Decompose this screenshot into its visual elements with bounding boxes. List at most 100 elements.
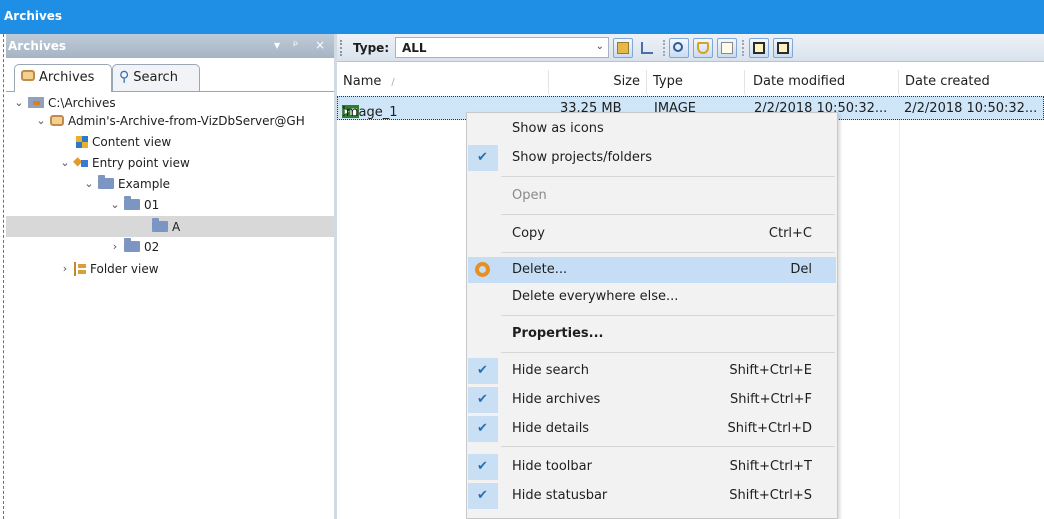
menu-item-hide-toolbar[interactable]: Hide toolbar Shift+Ctrl+T (468, 454, 836, 480)
folder-add-icon (617, 42, 629, 54)
delete-icon (475, 262, 490, 277)
tree-node-label: Example (118, 176, 171, 191)
content-view-icon (76, 135, 88, 148)
column-date-modified[interactable]: Date modified (745, 70, 899, 94)
archives-pane-title: Archives (8, 39, 67, 53)
chevron-down-icon[interactable]: ⌄ (36, 114, 46, 127)
toolbar: Type: ALL ⌄ (337, 34, 1044, 62)
column-name-label: Name (343, 74, 382, 89)
menu-separator (501, 176, 835, 177)
tree-node-label: A (172, 219, 181, 234)
dock-edge (3, 34, 4, 519)
folder-icon (124, 238, 140, 252)
magnifier-icon (673, 42, 683, 52)
chevron-down-icon[interactable]: ⌄ (60, 156, 70, 169)
column-date-created[interactable]: Date created (899, 70, 1044, 94)
archives-pane-header: Archives ▾ ᵖ × (6, 34, 334, 58)
row-name: Image_1 (342, 105, 398, 120)
menu-item-show-as-icons[interactable]: Show as icons (468, 116, 836, 142)
tree-node-label: 01 (144, 197, 160, 212)
menu-item-shortcut: Shift+Ctrl+T (729, 459, 812, 474)
column-header: Name ∕ Size Type Date modified Date creat… (337, 70, 1044, 94)
folder-icon (124, 196, 140, 210)
chevron-down-icon: ⌄ (595, 41, 604, 52)
tree-node-label: Content view (92, 134, 172, 149)
chevron-right-icon[interactable]: › (60, 262, 70, 275)
document-icon (721, 42, 733, 54)
pane-menu-icon[interactable]: ▾ (274, 38, 280, 52)
context-menu: Show as icons Show projects/folders Open… (466, 112, 838, 519)
menu-item-hide-search[interactable]: Hide search Shift+Ctrl+E (468, 358, 836, 384)
menu-item-hide-archives[interactable]: Hide archives Shift+Ctrl+F (468, 387, 836, 413)
menu-item-delete-everywhere-else[interactable]: Delete everywhere else... (468, 284, 836, 310)
window-title: Archives (4, 9, 63, 23)
check-icon (468, 483, 498, 509)
column-date-modified-label: Date modified (753, 74, 846, 89)
tree-node-02[interactable]: › 02 (110, 236, 159, 257)
menu-item-shortcut: Ctrl+C (768, 226, 812, 241)
menu-item-label: Open (512, 188, 547, 203)
properties-button[interactable] (717, 38, 737, 58)
menu-separator (501, 315, 835, 316)
column-name[interactable]: Name ∕ (337, 70, 549, 94)
chevron-down-icon[interactable]: ⌄ (84, 177, 94, 190)
tree-node-folder-view[interactable]: › Folder view (60, 258, 159, 279)
tree-node-label: C:\Archives (48, 95, 116, 110)
folder-icon (98, 175, 114, 189)
chevron-down-icon[interactable]: ⌄ (110, 198, 120, 211)
drive-icon (28, 97, 44, 108)
tree-node-label: Folder view (90, 261, 159, 276)
tab-archives-label: Archives (39, 70, 95, 85)
menu-separator (501, 252, 835, 253)
filter-button[interactable] (693, 38, 713, 58)
search-button[interactable] (669, 38, 689, 58)
tree-node-example[interactable]: ⌄ Example (84, 173, 170, 194)
menu-item-label: Show projects/folders (512, 150, 652, 165)
check-icon (468, 454, 498, 480)
tab-search-label: Search (133, 70, 178, 85)
menu-item-copy[interactable]: Copy Ctrl+C (468, 221, 836, 247)
tree-node-a[interactable]: A (152, 216, 180, 237)
type-select[interactable]: ALL ⌄ (395, 37, 609, 58)
chevron-right-icon[interactable]: › (110, 240, 120, 253)
column-size[interactable]: Size (549, 70, 647, 94)
window-button-1[interactable] (749, 38, 769, 58)
menu-item-open[interactable]: Open (468, 183, 836, 209)
entry-point-icon (73, 154, 88, 169)
menu-separator (501, 214, 835, 215)
column-type[interactable]: Type (647, 70, 745, 94)
check-icon (468, 416, 498, 442)
row-date-created: 2/2/2018 10:50:32... (904, 101, 1038, 116)
menu-item-shortcut: Del (790, 262, 812, 277)
chevron-down-icon[interactable]: ⌄ (14, 96, 24, 109)
menu-item-label: Hide search (512, 363, 589, 378)
tree-node-admin-archive[interactable]: ⌄ Admin's-Archive-from-VizDbServer@GH (36, 110, 304, 131)
folder-icon (152, 218, 168, 232)
tree-node-entry-point-view[interactable]: ⌄ Entry point view (60, 152, 189, 173)
tree-node-content-view[interactable]: Content view (76, 131, 171, 152)
pin-icon[interactable]: ᵖ (293, 38, 298, 52)
archive-icon (50, 115, 64, 126)
menu-item-shortcut: Shift+Ctrl+F (730, 392, 812, 407)
type-select-value: ALL (402, 41, 427, 55)
search-icon: ⚲ (119, 69, 130, 85)
menu-item-hide-details[interactable]: Hide details Shift+Ctrl+D (468, 416, 836, 442)
menu-item-label: Properties... (512, 326, 604, 341)
menu-item-hide-statusbar[interactable]: Hide statusbar Shift+Ctrl+S (468, 483, 836, 509)
window-button-2[interactable] (773, 38, 793, 58)
menu-item-show-projects-folders[interactable]: Show projects/folders (468, 145, 836, 171)
toolbar-grip[interactable] (340, 40, 342, 56)
chart-view-button[interactable] (637, 38, 657, 58)
menu-separator (501, 352, 835, 353)
menu-item-properties[interactable]: Properties... (468, 321, 836, 347)
menu-item-label: Show as icons (512, 121, 604, 136)
tab-archives[interactable]: Archives (14, 64, 112, 92)
folder-view-icon (74, 261, 86, 276)
archives-pane: Archives ▾ ᵖ × Archives ⚲ Search ⌄ C:\Ar… (6, 34, 334, 519)
menu-item-delete[interactable]: Delete... Del (468, 257, 836, 283)
add-folder-button[interactable] (613, 38, 633, 58)
tab-search[interactable]: ⚲ Search (112, 64, 200, 91)
tree-node-01[interactable]: ⌄ 01 (110, 194, 159, 215)
close-pane-icon[interactable]: × (315, 38, 325, 52)
menu-item-label: Hide toolbar (512, 459, 592, 474)
